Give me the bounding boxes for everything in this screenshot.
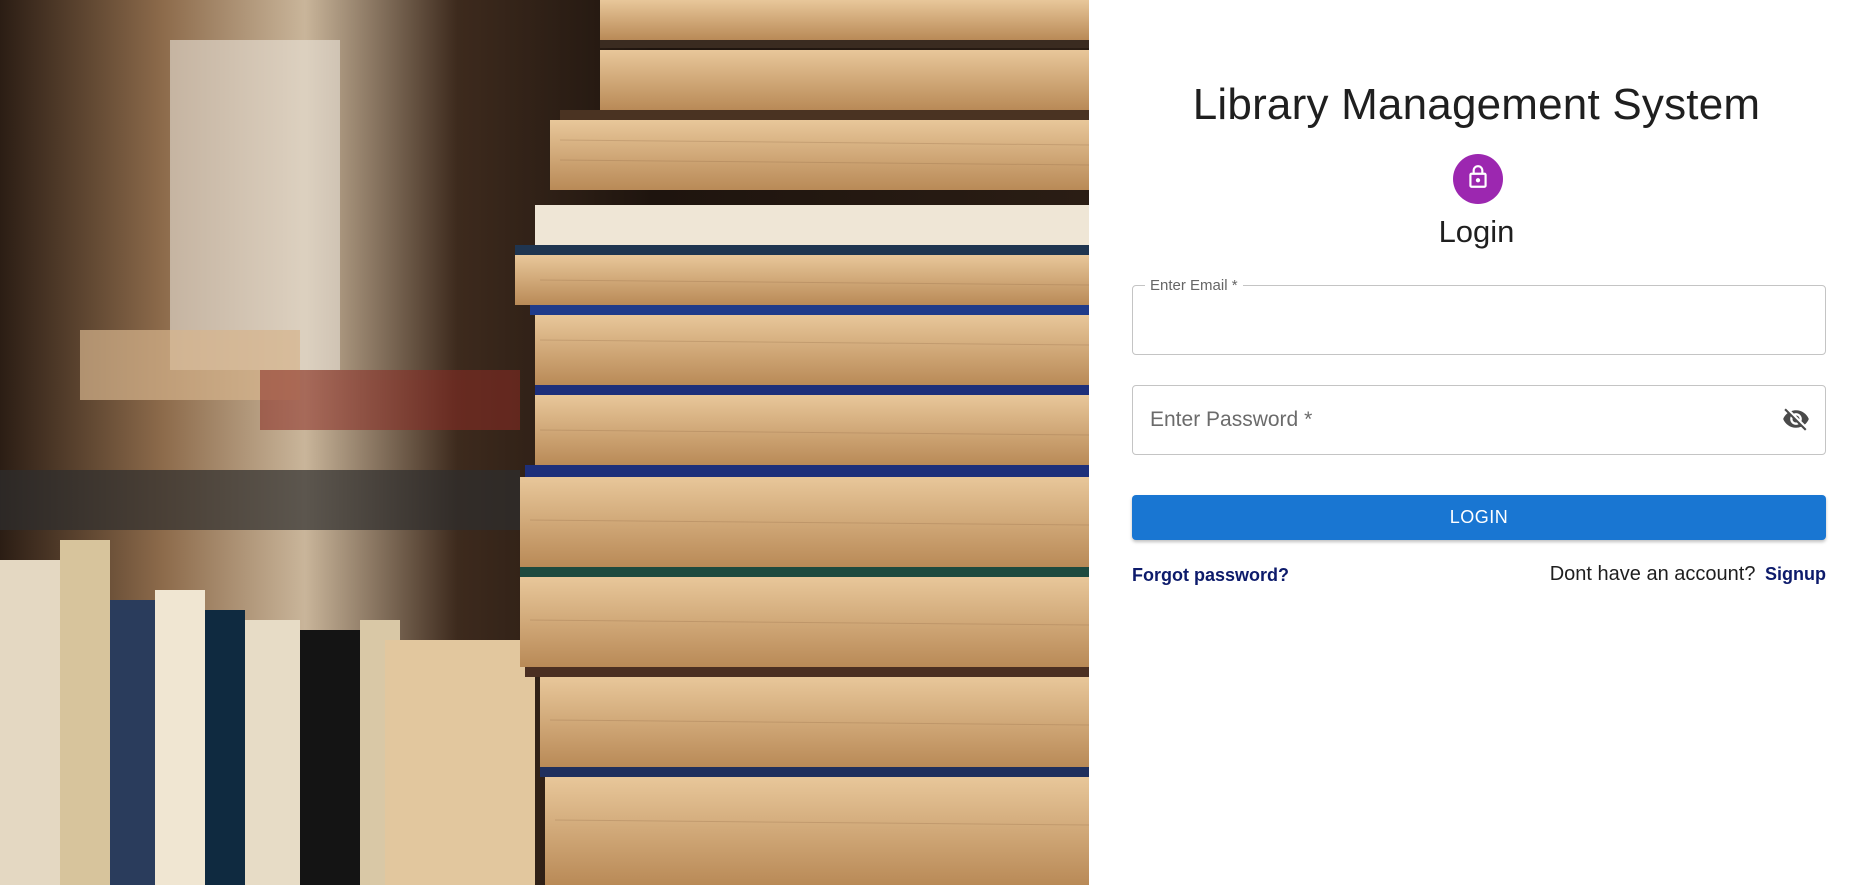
email-field[interactable]: Enter Email * [1132, 277, 1826, 355]
signup-link[interactable]: Signup [1765, 564, 1826, 584]
password-field[interactable]: Enter Password * [1132, 385, 1826, 455]
lock-icon [1465, 164, 1491, 195]
login-heading: Login [1438, 214, 1515, 249]
eye-off-icon [1782, 405, 1810, 438]
email-input[interactable] [1133, 286, 1825, 354]
login-button[interactable]: LOGIN [1132, 495, 1826, 540]
signup-prompt: Dont have an account? [1549, 563, 1756, 585]
lock-avatar [1453, 154, 1503, 204]
signup-row: Dont have an account? Signup [1550, 563, 1826, 586]
forgot-password-link[interactable]: Forgot password? [1132, 565, 1289, 586]
toggle-password-visibility-button[interactable] [1781, 406, 1811, 436]
password-input[interactable] [1133, 386, 1825, 454]
books-background-image [0, 0, 1089, 885]
login-panel: Library Management System Login Enter Em… [1089, 0, 1864, 885]
app-title: Library Management System [1192, 80, 1761, 129]
